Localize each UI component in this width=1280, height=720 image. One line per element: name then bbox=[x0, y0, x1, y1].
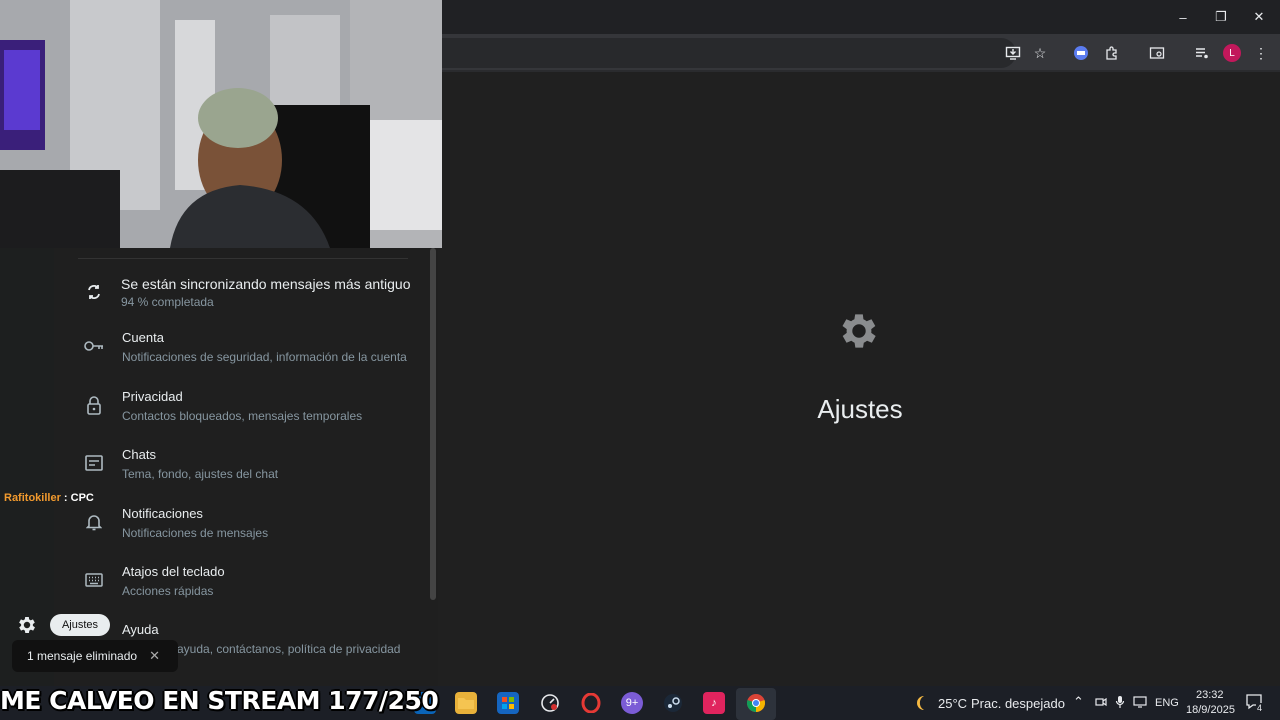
settings-item-atajos[interactable]: Atajos del teclado Acciones rápidas bbox=[54, 560, 430, 610]
item-subtitle: Notificaciones de seguridad, información… bbox=[122, 350, 407, 364]
settings-item-chats[interactable]: Chats Tema, fondo, ajustes del chat bbox=[54, 443, 430, 493]
media-control-icon[interactable] bbox=[1191, 42, 1213, 64]
messenger-icon[interactable]: 9+ bbox=[621, 692, 643, 714]
notification-count-badge: 4 bbox=[1256, 703, 1264, 713]
item-subtitle: Acciones rápidas bbox=[122, 584, 214, 598]
item-title: Cuenta bbox=[122, 330, 164, 345]
extensions-puzzle-icon[interactable] bbox=[1101, 42, 1123, 64]
close-icon[interactable]: ✕ bbox=[1240, 0, 1278, 34]
meet-now-icon[interactable] bbox=[1095, 696, 1107, 711]
clock-time[interactable]: 23:32 bbox=[1196, 689, 1224, 701]
sync-status: Se están sincronizando mensajes más anti… bbox=[54, 270, 430, 314]
minimize-icon[interactable]: – bbox=[1164, 0, 1202, 34]
item-title: Notificaciones bbox=[122, 506, 203, 521]
extension-badge-icon[interactable] bbox=[1070, 42, 1092, 64]
webcam-overlay bbox=[0, 0, 442, 248]
stream-chat-message: Rafitokiller : CPC bbox=[4, 492, 94, 504]
language-indicator[interactable]: ENG bbox=[1155, 697, 1179, 709]
settings-item-notificaciones[interactable]: Notificaciones Notificaciones de mensaje… bbox=[54, 502, 430, 552]
item-title: Chats bbox=[122, 447, 156, 462]
chat-icon bbox=[82, 451, 106, 475]
microphone-icon[interactable] bbox=[1115, 695, 1125, 712]
chat-separator: : bbox=[60, 492, 71, 504]
item-subtitle: ayuda, contáctanos, política de privacid… bbox=[177, 642, 401, 656]
keyboard-icon bbox=[82, 568, 106, 592]
item-subtitle: Tema, fondo, ajustes del chat bbox=[122, 467, 279, 481]
tooltip: Ajustes bbox=[50, 614, 110, 636]
item-subtitle: Notificaciones de mensajes bbox=[122, 526, 269, 540]
chevron-up-icon[interactable]: ⌃ bbox=[1073, 694, 1084, 710]
opera-icon[interactable] bbox=[580, 692, 602, 714]
speedometer-app-icon[interactable] bbox=[539, 692, 561, 714]
clock-date[interactable]: 18/9/2025 bbox=[1186, 704, 1235, 716]
item-title: Ayuda bbox=[122, 622, 159, 637]
store-icon[interactable] bbox=[497, 692, 519, 714]
toast-notification: 1 mensaje eliminado ✕ bbox=[12, 640, 178, 672]
page-title: Ajustes bbox=[817, 394, 903, 424]
network-icon[interactable] bbox=[1133, 696, 1147, 711]
install-app-icon[interactable] bbox=[1002, 42, 1024, 64]
item-title: Atajos del teclado bbox=[122, 564, 225, 579]
bell-icon bbox=[82, 510, 106, 534]
lock-icon bbox=[82, 393, 106, 417]
settings-item-privacidad[interactable]: Privacidad Contactos bloqueados, mensaje… bbox=[54, 385, 430, 435]
tiktok-icon[interactable]: ♪ bbox=[703, 692, 725, 714]
item-title: Privacidad bbox=[122, 389, 183, 404]
steam-icon[interactable] bbox=[662, 692, 684, 714]
chat-username: Rafitokiller bbox=[4, 492, 61, 504]
chat-text: CPC bbox=[70, 492, 94, 504]
profile-avatar[interactable]: L bbox=[1221, 42, 1243, 64]
settings-item-cuenta[interactable]: Cuenta Notificaciones de seguridad, info… bbox=[54, 326, 430, 376]
weather-temp[interactable]: 25°C bbox=[938, 696, 967, 711]
sync-subtitle: 94 % completada bbox=[121, 295, 214, 309]
weather-desc[interactable]: Prac. despejado bbox=[971, 696, 1065, 711]
sync-icon bbox=[82, 280, 106, 304]
bookmark-star-icon[interactable]: ☆ bbox=[1029, 42, 1051, 64]
weather-moon-icon[interactable] bbox=[911, 694, 931, 715]
gear-icon bbox=[836, 308, 882, 354]
sync-title: Se están sincronizando mensajes más anti… bbox=[121, 276, 411, 292]
stream-banner: ME CALVEO EN STREAM 177/250 bbox=[0, 686, 439, 715]
panel-scrollbar[interactable] bbox=[430, 248, 436, 600]
chrome-icon[interactable] bbox=[745, 692, 767, 714]
file-explorer-icon[interactable] bbox=[455, 692, 477, 714]
settings-gear-button[interactable] bbox=[16, 614, 38, 636]
item-subtitle: Contactos bloqueados, mensajes temporale… bbox=[122, 409, 363, 423]
key-icon bbox=[82, 334, 106, 358]
menu-dots-icon[interactable]: ⋮ bbox=[1250, 42, 1272, 64]
divider bbox=[78, 258, 408, 259]
maximize-icon[interactable]: ❐ bbox=[1202, 0, 1240, 34]
browser-titlebar: – ❐ ✕ bbox=[442, 0, 1280, 34]
divider bbox=[442, 70, 1280, 72]
tab-search-icon[interactable] bbox=[1146, 42, 1168, 64]
address-bar[interactable] bbox=[442, 38, 1016, 68]
toast-text: 1 mensaje eliminado bbox=[27, 649, 138, 663]
close-icon[interactable]: ✕ bbox=[149, 648, 160, 664]
